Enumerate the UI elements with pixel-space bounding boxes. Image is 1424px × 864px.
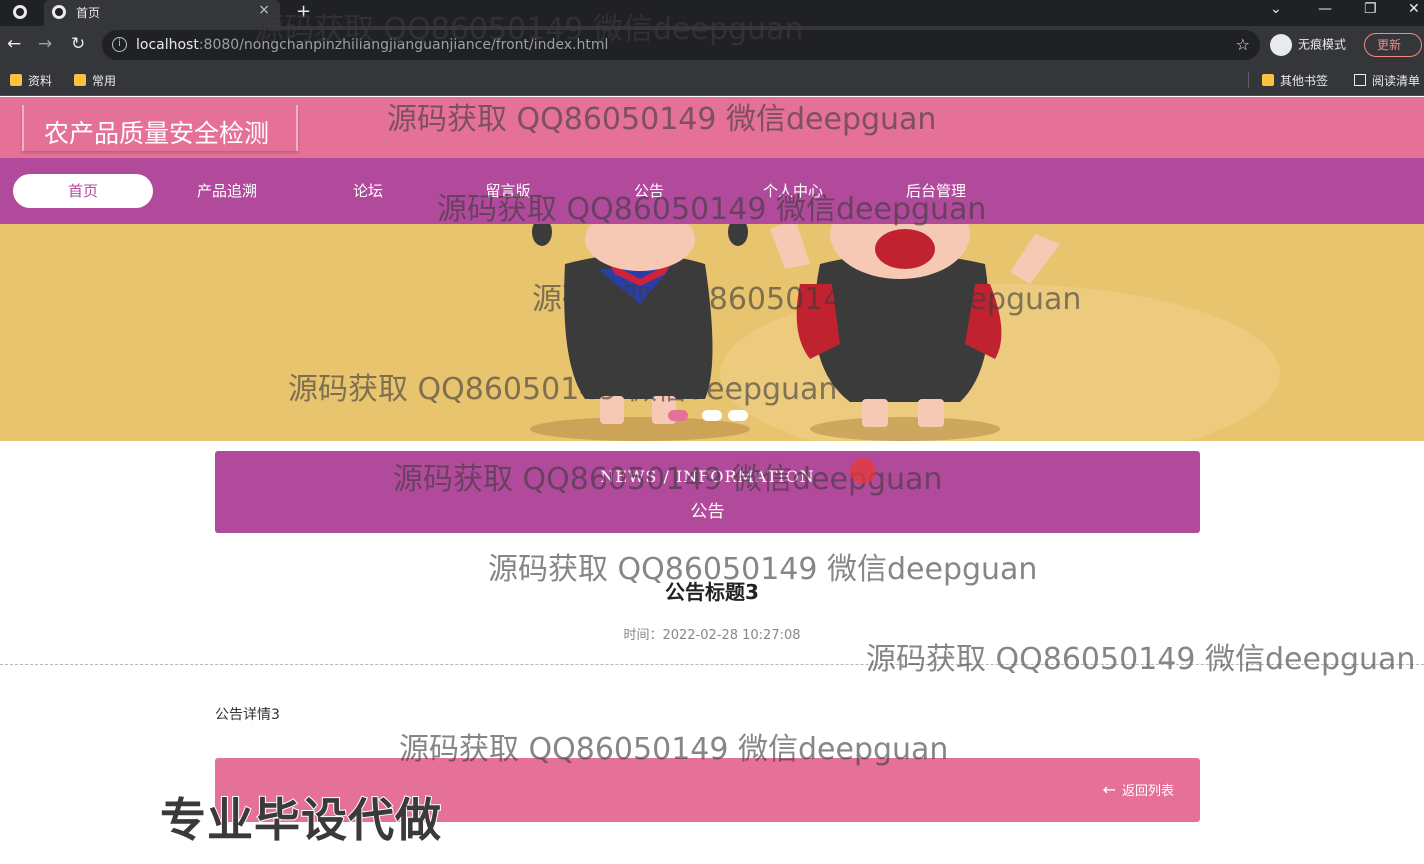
mouse-cursor-highlight [850,458,876,484]
bookmark-folder-other[interactable]: 其他书签 [1262,72,1328,89]
incognito-indicator[interactable]: 无痕模式 [1270,34,1346,56]
restore-icon[interactable]: ❐ [1364,1,1377,17]
back-to-list-label: 返回列表 [1121,784,1174,799]
url-text: localhost:8080/nongchanpinzhiliangjiangu… [136,37,608,53]
bookmarks-bar: 资料 常用 其他书签 阅读清单 [0,64,1424,96]
browser-toolbar: ← → ↻ i localhost:8080/nongchanpinzhilia… [0,26,1424,64]
section-title-en: NEWS / INFORMATION [600,467,815,486]
site-title-box: 农产品质量安全检测 [22,105,298,151]
site-header: 农产品质量安全检测 [0,97,1424,158]
browser-tab[interactable]: 首页 × [44,0,280,26]
nav-notice[interactable]: 公告 [579,174,719,208]
bookmark-separator [1248,72,1249,88]
site-title: 农产品质量安全检测 [44,119,270,148]
banner-illustration [0,224,1424,441]
reading-list-icon [1354,74,1366,86]
nav-message-board[interactable]: 留言版 [438,174,578,208]
reload-icon[interactable]: ↻ [71,34,85,54]
bookmark-star-icon[interactable]: ☆ [1236,35,1250,54]
new-tab-icon[interactable]: + [296,1,311,22]
arrow-left-icon: ← [1102,780,1116,799]
update-button[interactable]: 更新 [1364,33,1422,57]
incognito-label: 无痕模式 [1298,37,1347,52]
address-bar[interactable]: i localhost:8080/nongchanpinzhiliangjian… [102,30,1260,60]
carousel-dot[interactable] [668,410,688,421]
divider [0,664,1424,665]
carousel-indicators [668,410,752,421]
bookmark-folder-ziliao[interactable]: 资料 [10,72,52,89]
site-info-icon[interactable]: i [112,37,127,52]
tab-close-icon[interactable]: × [258,2,270,18]
folder-icon [10,74,22,86]
incognito-icon [1270,34,1292,56]
carousel-dot[interactable] [702,410,722,421]
url-host: localhost [136,37,199,53]
nav-product-trace[interactable]: 产品追溯 [157,174,297,208]
banner-carousel[interactable] [0,224,1424,441]
back-icon[interactable]: ← [7,34,21,54]
folder-icon [1262,74,1274,86]
tab-search-icon[interactable]: ⌄ [1270,1,1282,17]
reading-list[interactable]: 阅读清单 [1354,72,1420,89]
section-header: NEWS / INFORMATION 公告 [215,451,1200,533]
section-title-cn: 公告 [690,502,725,522]
browser-tab-bar: 首页 × + ⌄ — ❐ ✕ [0,0,1424,26]
nav-personal-center[interactable]: 个人中心 [723,174,863,208]
forward-icon[interactable]: → [38,34,52,54]
notice-title: 公告标题3 [665,580,759,604]
tab-title: 首页 [76,6,101,20]
nav-home[interactable]: 首页 [13,174,153,208]
minimize-icon[interactable]: — [1318,1,1332,17]
notice-content: 公告详情3 [215,707,280,723]
main-nav: 首页 产品追溯 论坛 留言版 公告 个人中心 后台管理 [0,158,1424,224]
bookmark-label: 其他书签 [1280,74,1329,88]
app-icon [13,5,27,19]
bookmark-folder-changyong[interactable]: 常用 [74,72,116,89]
promo-overlay-text: 专业毕设代做 [159,792,442,848]
url-path: :8080/nongchanpinzhiliangjianguanjiance/… [198,37,609,53]
notice-time: 时间：2022-02-28 10:27:08 [623,628,801,643]
nav-admin[interactable]: 后台管理 [866,174,1006,208]
close-window-icon[interactable]: ✕ [1408,1,1420,17]
nav-forum[interactable]: 论坛 [298,174,438,208]
back-to-list-button[interactable]: ← 返回列表 [1103,780,1174,799]
bookmark-label: 资料 [28,74,53,88]
globe-icon [52,5,66,19]
reading-list-label: 阅读清单 [1372,74,1421,88]
folder-icon [74,74,86,86]
bookmark-label: 常用 [92,74,117,88]
carousel-dot[interactable] [728,410,748,421]
